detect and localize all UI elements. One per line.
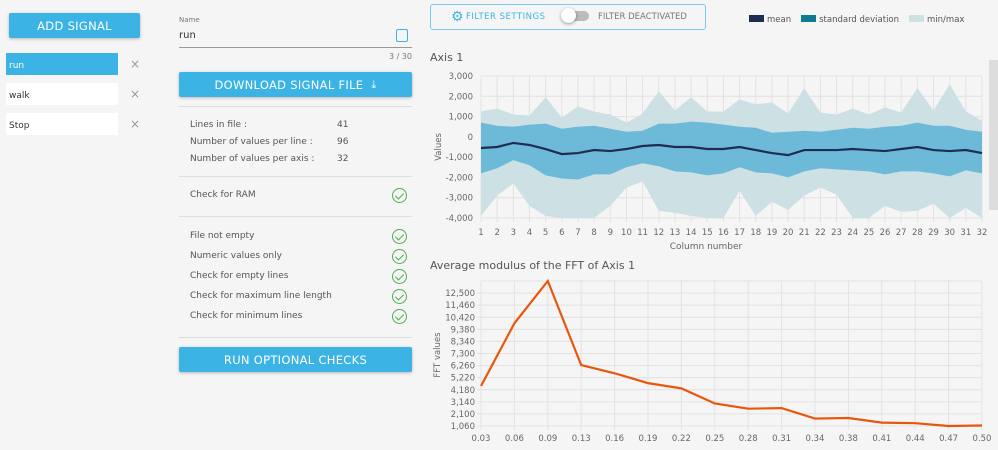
x-tick-label: 2 (494, 228, 499, 238)
x-tick-label: 0.47 (939, 434, 958, 444)
x-tick-label: 20 (783, 228, 794, 238)
x-tick-label: 10 (621, 228, 632, 238)
x-tick-label: 0.50 (973, 434, 992, 444)
x-tick-label: 15 (702, 228, 713, 238)
y-tick-label: 6,260 (451, 362, 475, 372)
x-tick-label: 21 (799, 228, 810, 238)
y-tick-label: 0 (468, 133, 473, 143)
y-tick-label: 1,000 (449, 113, 473, 123)
x-tick-label: 0.16 (605, 434, 624, 444)
y-tick-label: 2,000 (449, 92, 473, 102)
x-tick-label: 12 (653, 228, 664, 238)
x-tick-label: 18 (750, 228, 761, 238)
x-tick-label: 28 (912, 228, 923, 238)
x-tick-label: 32 (977, 228, 988, 238)
y-tick-label: 12,500 (445, 289, 475, 299)
x-tick-label: 23 (831, 228, 842, 238)
y-tick-label: 8,340 (451, 337, 475, 347)
x-tick-label: 8 (591, 228, 596, 238)
y-tick-label: 10,420 (445, 313, 475, 323)
y-tick-label: 9,380 (451, 325, 475, 335)
x-tick-label: 0.25 (705, 434, 724, 444)
x-tick-label: 31 (960, 228, 971, 238)
x-tick-label: 25 (863, 228, 874, 238)
y-tick-label: 2,100 (451, 410, 475, 420)
x-tick-label: 0.09 (538, 434, 557, 444)
x-tick-label: 11 (637, 228, 648, 238)
x-tick-label: 26 (880, 228, 891, 238)
x-tick-label: 19 (766, 228, 777, 238)
y-tick-label: 1,060 (451, 422, 475, 432)
x-tick-label: 4 (527, 228, 532, 238)
y-tick-label: -3,000 (446, 194, 473, 204)
y-tick-label: 7,300 (451, 350, 475, 360)
axis1-chart: 3,000 2,000 1,000 0 -1,000 -2,000 -3,000 -4,000… (446, 72, 988, 238)
chart2-ylabel: FFT values (433, 332, 443, 378)
y-tick-label: -4,000 (446, 214, 473, 224)
charts-svg: 3,000 2,000 1,000 0 -1,000 -2,000 -3,000 -4,000… (433, 72, 992, 444)
x-tick-label: 0.03 (472, 434, 491, 444)
x-tick-label: 0.13 (572, 434, 591, 444)
x-tick-label: 17 (734, 228, 745, 238)
x-tick-label: 6 (559, 228, 564, 238)
x-tick-label: 9 (608, 228, 613, 238)
y-tick-label: 5,220 (451, 374, 475, 384)
y-tick-label: 3,000 (449, 72, 473, 82)
y-tick-label: -1,000 (446, 153, 473, 163)
x-tick-label: 0.28 (739, 434, 758, 444)
chart1-xlabel: Column number (670, 242, 743, 252)
x-tick-label: 3 (511, 228, 516, 238)
y-tick-label: 3,140 (451, 398, 475, 408)
x-tick-label: 14 (686, 228, 697, 238)
x-tick-label: 0.38 (839, 434, 858, 444)
x-tick-label: 13 (670, 228, 681, 238)
x-tick-label: 5 (543, 228, 548, 238)
x-tick-label: 0.44 (906, 434, 925, 444)
x-tick-label: 0.19 (639, 434, 658, 444)
x-tick-label: 22 (815, 228, 826, 238)
x-tick-label: 30 (944, 228, 955, 238)
y-tick-label: 4,180 (451, 386, 475, 396)
x-tick-label: 7 (575, 228, 580, 238)
x-tick-label: 27 (896, 228, 907, 238)
fft-chart: 12,500 11,460 10,420 9,380 8,340 7,300 6,260 5,… (445, 278, 992, 444)
x-tick-label: 0.41 (872, 434, 891, 444)
x-tick-label: 0.31 (772, 434, 791, 444)
x-tick-label: 0.34 (806, 434, 825, 444)
x-tick-label: 0.06 (505, 434, 524, 444)
x-tick-label: 24 (847, 228, 858, 238)
y-tick-label: 11,460 (445, 301, 475, 311)
x-tick-label: 29 (928, 228, 939, 238)
x-tick-label: 16 (718, 228, 729, 238)
chart1-ylabel: Values (434, 133, 444, 161)
x-tick-label: 1 (478, 228, 483, 238)
y-tick-label: -2,000 (446, 173, 473, 183)
x-tick-label: 0.22 (672, 434, 691, 444)
